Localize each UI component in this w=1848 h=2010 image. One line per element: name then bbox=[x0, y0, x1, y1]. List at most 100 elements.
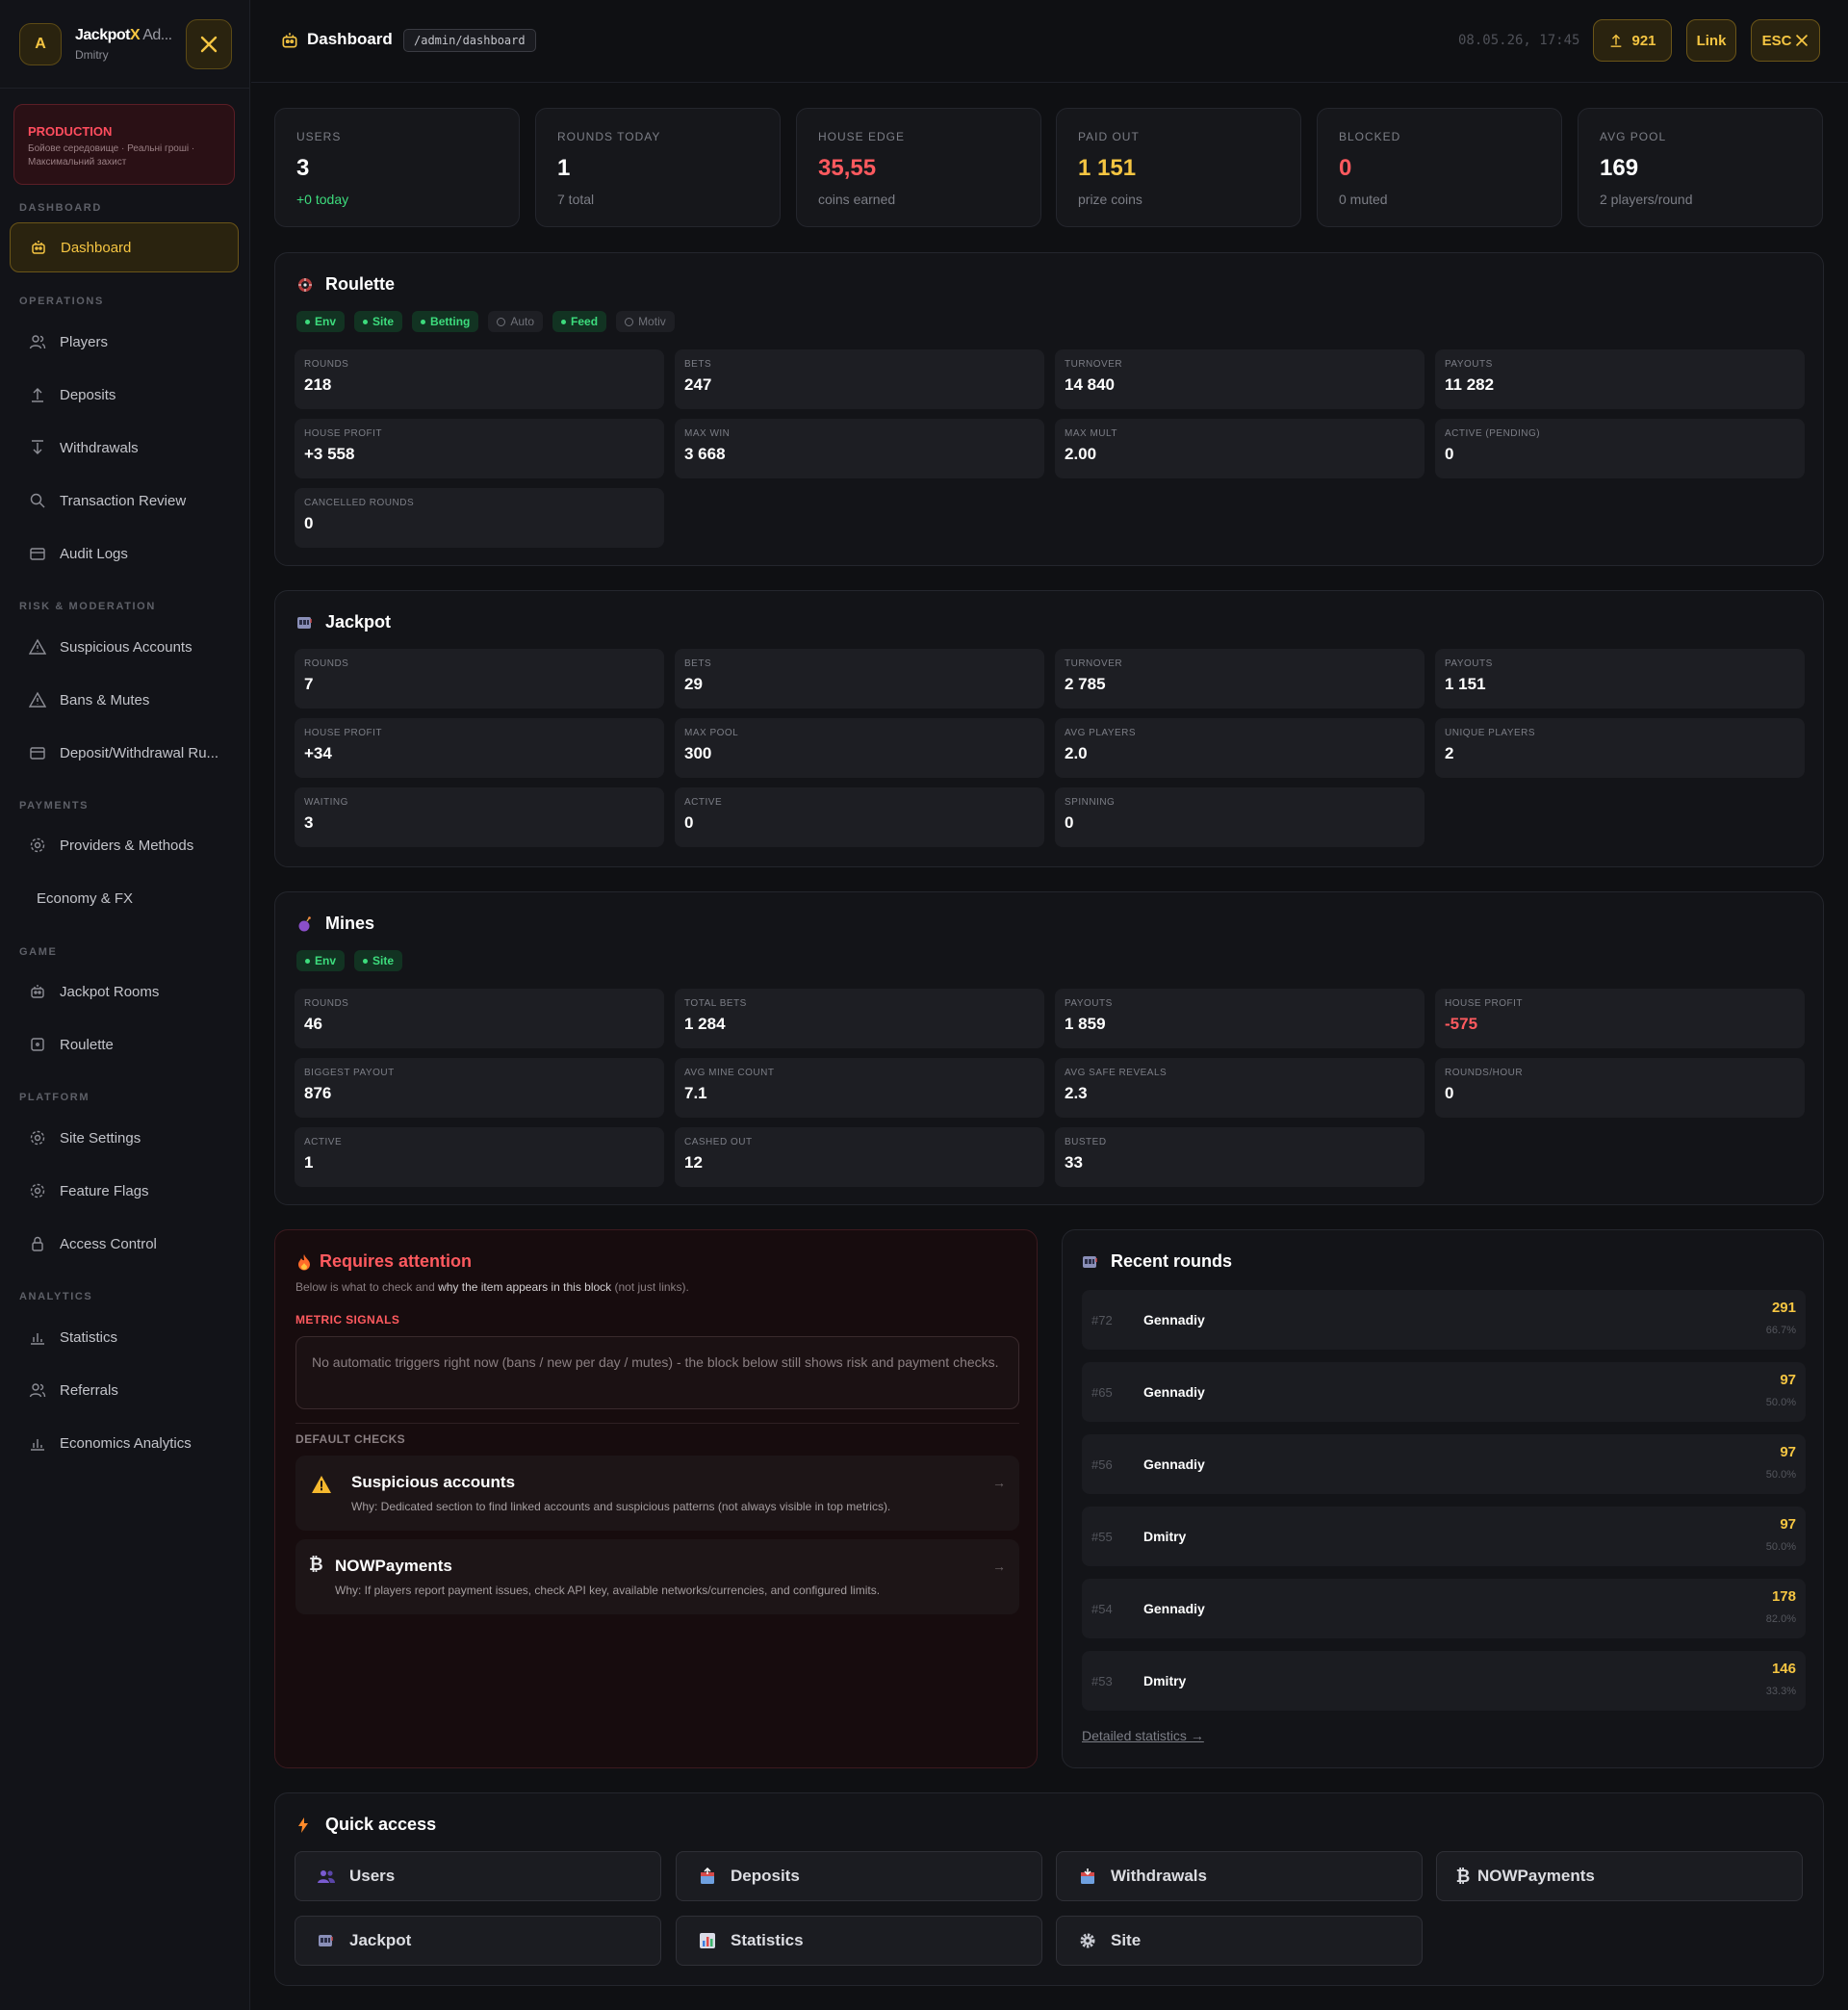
sidebar-item-dashboard[interactable]: Dashboard bbox=[10, 222, 239, 272]
metric-value: 1 284 bbox=[684, 1015, 726, 1033]
gear-icon bbox=[27, 1127, 48, 1148]
check-reason: Why: Dedicated section to find linked ac… bbox=[351, 1500, 891, 1513]
attention-description: Below is what to check and why the item … bbox=[295, 1280, 689, 1294]
round-row[interactable]: #65 Gennadiy 97 50.0% bbox=[1082, 1362, 1806, 1422]
sidebar-item-label: Statistics bbox=[60, 1328, 118, 1346]
sidebar-item-access-control[interactable]: Access Control bbox=[10, 1219, 239, 1269]
quick-site-button[interactable]: Site bbox=[1056, 1916, 1423, 1966]
environment-title: PRODUCTION bbox=[28, 124, 113, 139]
sidebar-item-statistics[interactable]: Statistics bbox=[10, 1312, 239, 1362]
sidebar-item-deposits[interactable]: Deposits bbox=[10, 370, 239, 420]
tag-motiv: Motiv bbox=[616, 311, 675, 332]
metric-label: PAYOUTS bbox=[1445, 658, 1493, 669]
divider bbox=[295, 1423, 1019, 1424]
stat-sub: +0 today bbox=[296, 192, 349, 207]
metric-cell: PAYOUTS 1 151 bbox=[1435, 649, 1805, 709]
lightning-icon bbox=[296, 1817, 318, 1834]
metric-label: BETS bbox=[684, 359, 712, 370]
roulette-status-tags: Env Site Betting Auto Feed Motiv bbox=[296, 311, 675, 332]
sidebar-item-suspicious-accounts[interactable]: Suspicious Accounts bbox=[10, 622, 239, 672]
stat-value: 3 bbox=[296, 155, 310, 181]
balance-button[interactable]: 921 bbox=[1593, 19, 1672, 62]
balance-value: 921 bbox=[1631, 32, 1656, 49]
quick-statistics-button[interactable]: Statistics bbox=[676, 1916, 1042, 1966]
sidebar-item-site-settings[interactable]: Site Settings bbox=[10, 1113, 239, 1163]
sidebar-item-transaction-review[interactable]: Transaction Review bbox=[10, 476, 239, 526]
section-risk: RISK & MODERATION bbox=[19, 601, 156, 612]
sidebar-item-referrals[interactable]: Referrals bbox=[10, 1365, 239, 1415]
metric-label: BIGGEST PAYOUT bbox=[304, 1068, 395, 1078]
detailed-statistics-link[interactable]: Detailed statistics → bbox=[1082, 1728, 1204, 1743]
metric-value: 2 bbox=[1445, 744, 1454, 762]
metric-value: 0 bbox=[684, 813, 694, 832]
quick-withdrawals-button[interactable]: Withdrawals bbox=[1056, 1851, 1423, 1901]
sidebar-item-label: Deposit/Withdrawal Ru... bbox=[60, 744, 219, 761]
avatar[interactable]: A bbox=[19, 23, 62, 65]
quick-deposits-button[interactable]: Deposits bbox=[676, 1851, 1042, 1901]
round-amount: 178 bbox=[1771, 1588, 1796, 1605]
page-title: Dashboard bbox=[307, 30, 393, 48]
esc-button[interactable]: ESC bbox=[1751, 19, 1820, 62]
metric-cell: WAITING 3 bbox=[295, 787, 664, 847]
metric-label: TOTAL BETS bbox=[684, 998, 747, 1009]
metric-cell: MAX MULT 2.00 bbox=[1055, 419, 1424, 478]
panel-title: Requires attention bbox=[296, 1251, 472, 1272]
upload-icon bbox=[27, 384, 48, 405]
metric-label: TURNOVER bbox=[1065, 658, 1123, 669]
sidebar-item-withdrawals[interactable]: Withdrawals bbox=[10, 423, 239, 473]
quick-users-button[interactable]: Users bbox=[295, 1851, 661, 1901]
check-item-suspicious-accounts[interactable]: Suspicious accounts Why: Dedicated secti… bbox=[295, 1456, 1019, 1531]
metric-signals-box: No automatic triggers right now (bans / … bbox=[295, 1336, 1019, 1409]
metric-cell: MAX POOL 300 bbox=[675, 718, 1044, 778]
quick-label: Deposits bbox=[731, 1867, 800, 1885]
stat-label: BLOCKED bbox=[1339, 130, 1401, 143]
quick-jackpot-button[interactable]: Jackpot bbox=[295, 1916, 661, 1966]
metric-label: ACTIVE (PENDING) bbox=[1445, 428, 1541, 439]
check-item-nowpayments[interactable]: ₿ NOWPayments Why: If players report pay… bbox=[295, 1539, 1019, 1614]
check-title: Suspicious accounts bbox=[351, 1473, 516, 1491]
metric-value: 876 bbox=[304, 1084, 332, 1102]
metric-value: 218 bbox=[304, 375, 332, 394]
metric-label: ROUNDS bbox=[304, 658, 349, 669]
round-row[interactable]: #56 Gennadiy 97 50.0% bbox=[1082, 1434, 1806, 1494]
quick-label: Users bbox=[349, 1867, 396, 1885]
metric-cell: ROUNDS 218 bbox=[295, 349, 664, 409]
sidebar-item-jackpot-rooms[interactable]: Jackpot Rooms bbox=[10, 966, 239, 1017]
brand-x: X bbox=[129, 27, 141, 43]
sidebar-item-deposit-withdrawal-rules[interactable]: Deposit/Withdrawal Ru... bbox=[10, 728, 239, 778]
metric-cell: AVG MINE COUNT 7.1 bbox=[675, 1058, 1044, 1118]
round-row[interactable]: #54 Gennadiy 178 82.0% bbox=[1082, 1579, 1806, 1638]
mines-panel: Mines Env Site ROUNDS 46 TOTAL BETS 1 284 … bbox=[274, 891, 1824, 1205]
sidebar-item-economics-analytics[interactable]: Economics Analytics bbox=[10, 1418, 239, 1468]
sidebar-item-feature-flags[interactable]: Feature Flags bbox=[10, 1166, 239, 1216]
sidebar-item-roulette[interactable]: Roulette bbox=[10, 1019, 239, 1069]
metric-value: 7 bbox=[304, 675, 314, 693]
metric-cell: ROUNDS 7 bbox=[295, 649, 664, 709]
stat-card-blocked: BLOCKED 0 0 muted bbox=[1317, 108, 1562, 227]
quick-nowpayments-button[interactable]: ₿ NOWPayments bbox=[1436, 1851, 1803, 1901]
attention-description-emphasis: why the item appears in this block bbox=[438, 1280, 612, 1294]
sidebar-item-audit-logs[interactable]: Audit Logs bbox=[10, 528, 239, 579]
sidebar-item-providers-methods[interactable]: Providers & Methods bbox=[10, 820, 239, 870]
sidebar-item-players[interactable]: Players bbox=[10, 317, 239, 367]
sidebar-item-economy-fx[interactable]: Economy & FX bbox=[10, 873, 239, 923]
round-row[interactable]: #72 Gennadiy 291 66.7% bbox=[1082, 1290, 1806, 1350]
stat-value: 35,55 bbox=[818, 155, 877, 181]
metric-cell: HOUSE PROFIT +3 558 bbox=[295, 419, 664, 478]
tag-site: Site bbox=[354, 950, 403, 971]
link-button[interactable]: Link bbox=[1686, 19, 1736, 62]
panel-title: Mines bbox=[296, 914, 374, 934]
round-row[interactable]: #53 Dmitry 146 33.3% bbox=[1082, 1651, 1806, 1711]
metric-value: 7.1 bbox=[684, 1084, 707, 1102]
slot-icon bbox=[1082, 1253, 1103, 1271]
round-row[interactable]: #55 Dmitry 97 50.0% bbox=[1082, 1507, 1806, 1566]
metric-value: 2.0 bbox=[1065, 744, 1088, 762]
metric-cell: SPINNING 0 bbox=[1055, 787, 1424, 847]
sidebar-item-label: Economy & FX bbox=[37, 889, 134, 907]
requires-attention-panel: Requires attention Below is what to chec… bbox=[274, 1229, 1038, 1768]
sidebar-item-bans-mutes[interactable]: Bans & Mutes bbox=[10, 675, 239, 725]
metric-label: TURNOVER bbox=[1065, 359, 1123, 370]
check-title: NOWPayments bbox=[335, 1557, 452, 1575]
close-sidebar-button[interactable] bbox=[186, 19, 232, 69]
metric-cell: BETS 29 bbox=[675, 649, 1044, 709]
